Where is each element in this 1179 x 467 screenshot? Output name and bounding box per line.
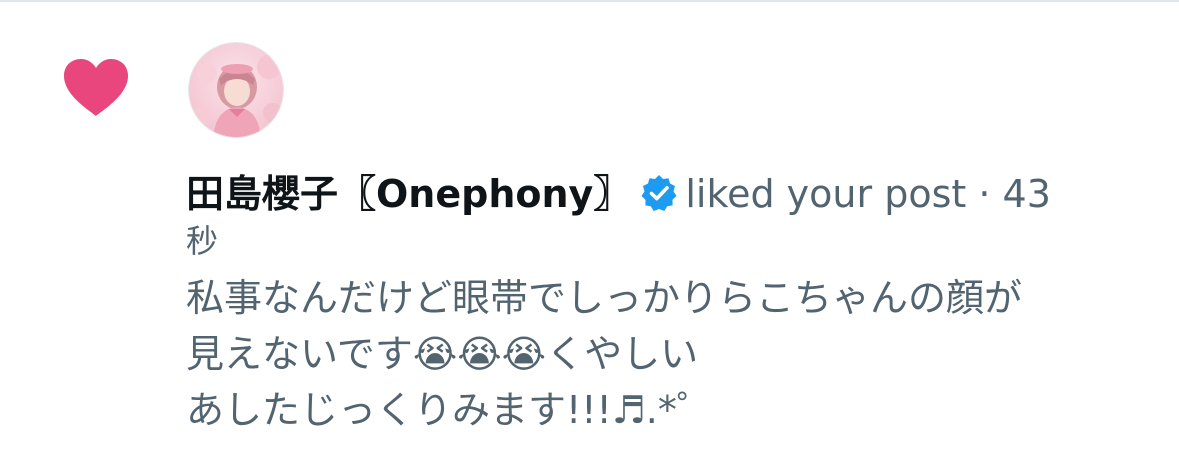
avatar[interactable] <box>188 42 284 138</box>
heart-icon <box>64 59 128 116</box>
time-unit: 秒 <box>186 222 219 260</box>
post-line: あしたじっくりみます!!!♬.*゜ <box>186 388 715 432</box>
post-text[interactable]: 私事なんだけど眼帯でしっかりらこちゃんの顔が 見えないです😭😭😭くやしい あした… <box>186 270 1136 438</box>
post-line: 私事なんだけど眼帯でしっかりらこちゃんの顔が <box>186 276 1023 320</box>
time-unit-line: 秒 <box>186 220 1136 262</box>
verified-badge-icon <box>641 175 677 211</box>
post-line: 見えないです😭😭😭くやしい <box>186 332 699 376</box>
user-name[interactable]: 田島櫻子〖Onephony〗 <box>186 172 631 216</box>
action-text: liked your post <box>685 172 967 216</box>
top-divider <box>0 0 1179 2</box>
notification-header: 田島櫻子〖Onephony〗 liked your post · 43 <box>186 168 1136 220</box>
time-value: 43 <box>1002 172 1051 216</box>
notification-content: 田島櫻子〖Onephony〗 liked your post · 43 秒 私事… <box>186 168 1136 438</box>
separator-dot: · <box>978 172 991 216</box>
